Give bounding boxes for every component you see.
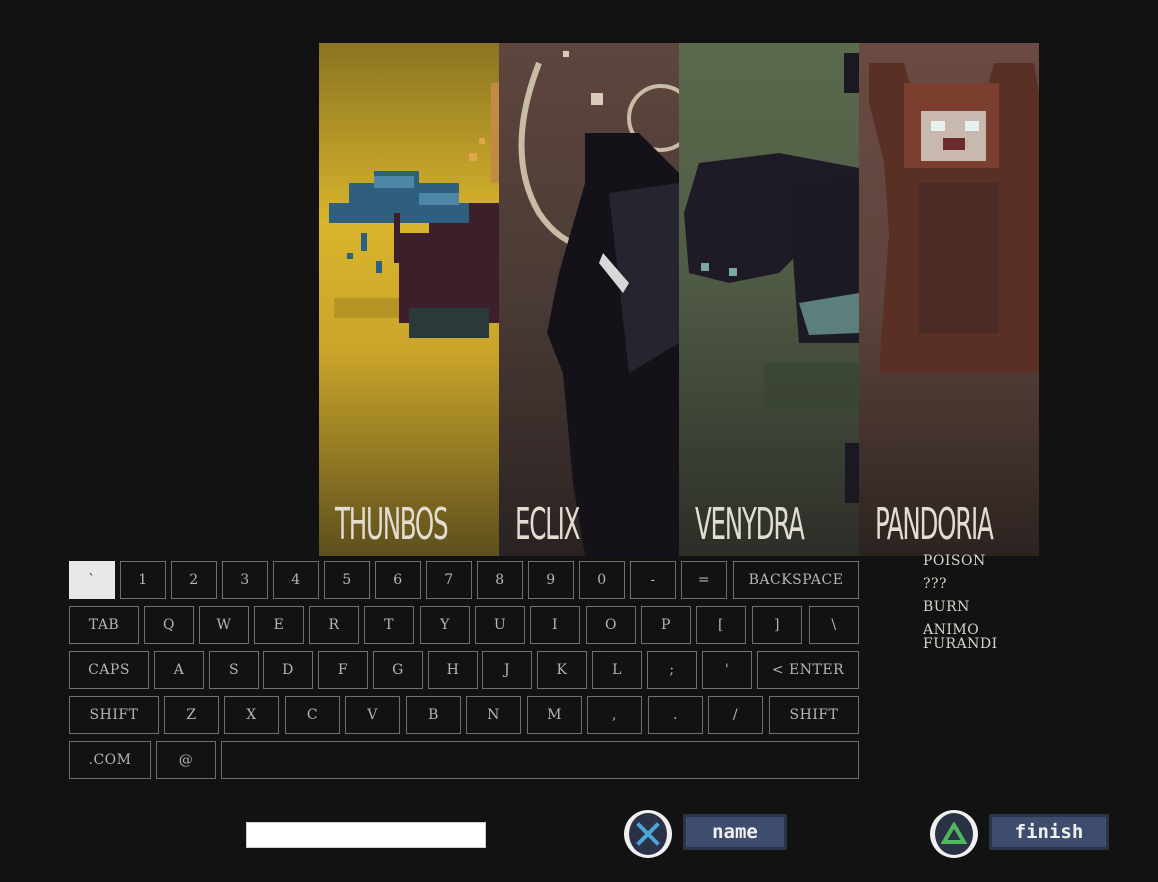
key-caps[interactable]: CAPS xyxy=(69,651,149,689)
name-button[interactable]: name xyxy=(683,814,787,850)
key-backslash[interactable]: \ xyxy=(809,606,859,644)
move-item: ANIMO FURANDI xyxy=(923,622,998,652)
on-screen-keyboard: ` 1 2 3 4 5 6 7 8 9 0 - = BACKSPACE TAB … xyxy=(69,561,859,781)
key-y[interactable]: Y xyxy=(420,606,470,644)
key-z[interactable]: Z xyxy=(164,696,219,734)
key-quote[interactable]: ' xyxy=(702,651,752,689)
key-u[interactable]: U xyxy=(475,606,525,644)
key-w[interactable]: W xyxy=(199,606,249,644)
name-input[interactable] xyxy=(246,822,486,848)
key-e[interactable]: E xyxy=(254,606,304,644)
key-6[interactable]: 6 xyxy=(375,561,421,599)
key-dotcom[interactable]: .COM xyxy=(69,741,151,779)
character-name: THUNBOS xyxy=(335,499,449,550)
thunbos-art xyxy=(329,83,499,338)
key-4[interactable]: 4 xyxy=(273,561,319,599)
key-slash[interactable]: / xyxy=(708,696,763,734)
move-item: BURN xyxy=(923,599,970,615)
character-name: PANDORIA xyxy=(875,499,994,550)
move-item: POISON xyxy=(923,553,986,569)
key-1[interactable]: 1 xyxy=(120,561,166,599)
key-3[interactable]: 3 xyxy=(222,561,268,599)
key-q[interactable]: Q xyxy=(144,606,194,644)
key-c[interactable]: C xyxy=(285,696,340,734)
key-s[interactable]: S xyxy=(209,651,259,689)
key-right-bracket[interactable]: ] xyxy=(752,606,802,644)
key-8[interactable]: 8 xyxy=(477,561,523,599)
key-9[interactable]: 9 xyxy=(528,561,574,599)
character-panel-venydra[interactable]: VENYDRA xyxy=(679,43,859,556)
character-name: ECLIX xyxy=(515,499,580,550)
key-enter[interactable]: < ENTER xyxy=(757,651,859,689)
key-j[interactable]: J xyxy=(482,651,532,689)
key-a[interactable]: A xyxy=(154,651,204,689)
key-n[interactable]: N xyxy=(466,696,521,734)
eclix-art xyxy=(518,51,679,556)
key-g[interactable]: G xyxy=(373,651,423,689)
key-period[interactable]: . xyxy=(648,696,703,734)
key-shift-right[interactable]: SHIFT xyxy=(769,696,859,734)
key-o[interactable]: O xyxy=(586,606,636,644)
key-t[interactable]: T xyxy=(364,606,414,644)
key-i[interactable]: I xyxy=(530,606,580,644)
key-5[interactable]: 5 xyxy=(324,561,370,599)
key-h[interactable]: H xyxy=(428,651,478,689)
character-name: VENYDRA xyxy=(695,499,805,550)
key-0[interactable]: 0 xyxy=(579,561,625,599)
finish-button[interactable]: finish xyxy=(989,814,1109,850)
cross-icon xyxy=(629,813,667,855)
key-minus[interactable]: - xyxy=(630,561,676,599)
key-at[interactable]: @ xyxy=(156,741,216,779)
key-l[interactable]: L xyxy=(592,651,642,689)
venydra-art xyxy=(684,53,859,503)
key-m[interactable]: M xyxy=(527,696,582,734)
pandoria-art xyxy=(869,63,1039,373)
move-item: ??? xyxy=(923,576,948,592)
key-space[interactable] xyxy=(221,741,859,779)
key-2[interactable]: 2 xyxy=(171,561,217,599)
key-tab[interactable]: TAB xyxy=(69,606,139,644)
key-b[interactable]: B xyxy=(406,696,461,734)
triangle-button-icon[interactable] xyxy=(930,810,978,858)
key-equals[interactable]: = xyxy=(681,561,727,599)
triangle-icon xyxy=(935,813,973,855)
cross-button-icon[interactable] xyxy=(624,810,672,858)
key-shift-left[interactable]: SHIFT xyxy=(69,696,159,734)
move-list: POISON ??? BURN ANIMO FURANDI xyxy=(923,554,1003,660)
key-comma[interactable]: , xyxy=(587,696,642,734)
key-left-bracket[interactable]: [ xyxy=(696,606,746,644)
character-panel-thunbos[interactable]: THUNBOS xyxy=(319,43,499,556)
key-semicolon[interactable]: ; xyxy=(647,651,697,689)
key-v[interactable]: V xyxy=(345,696,400,734)
key-backspace[interactable]: BACKSPACE xyxy=(733,561,859,599)
key-r[interactable]: R xyxy=(309,606,359,644)
key-x[interactable]: X xyxy=(224,696,279,734)
character-panel-eclix[interactable]: ECLIX xyxy=(499,43,679,556)
character-panel-pandoria[interactable]: PANDORIA xyxy=(859,43,1039,556)
key-d[interactable]: D xyxy=(263,651,313,689)
key-7[interactable]: 7 xyxy=(426,561,472,599)
key-k[interactable]: K xyxy=(537,651,587,689)
key-p[interactable]: P xyxy=(641,606,691,644)
key-backtick[interactable]: ` xyxy=(69,561,115,599)
key-f[interactable]: F xyxy=(318,651,368,689)
